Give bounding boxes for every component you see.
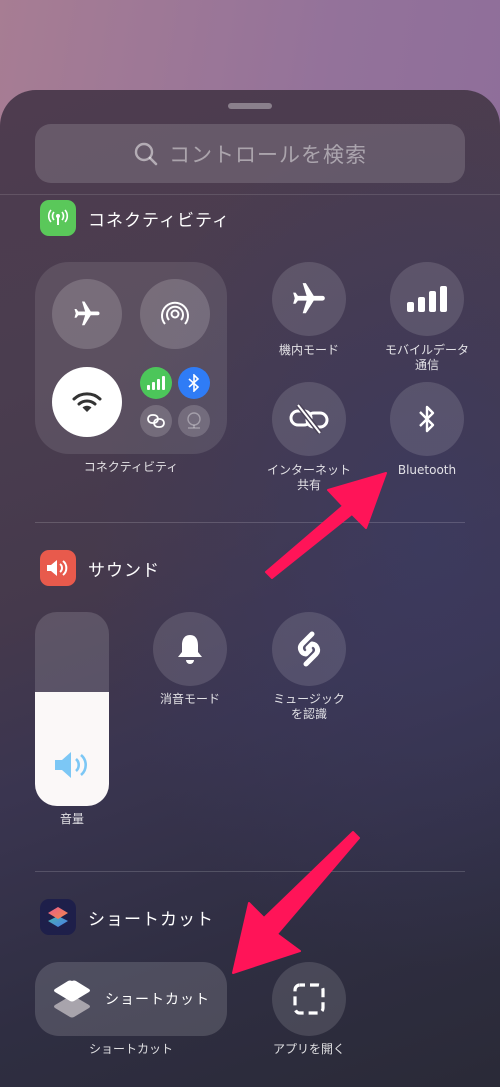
wifi-icon (72, 392, 102, 412)
volume-label: 音量 (59, 812, 84, 826)
section-header-shortcuts: ショートカット (40, 899, 214, 935)
search-placeholder: コントロールを検索 (169, 142, 367, 167)
controls-gallery-sheet: コントロールを検索 コネクティビティ コネクティビティ 機内モード モバイルデー… (0, 90, 500, 1087)
airplane-icon (74, 301, 100, 326)
connectivity-group-label: コネクティビティ (83, 460, 179, 474)
cellular-icon (147, 376, 165, 390)
silent-mode-label: 消音モード (159, 692, 220, 706)
speaker-icon (40, 550, 76, 586)
shortcuts-app-icon (40, 899, 76, 935)
globe-network-icon (187, 412, 201, 429)
volume-slider[interactable] (35, 612, 109, 806)
bluetooth-toggle[interactable] (178, 367, 210, 399)
section-divider (35, 871, 465, 872)
section-header-sound: サウンド (40, 550, 160, 586)
shortcut-pill-text: ショートカット (105, 992, 210, 1008)
airdrop-toggle[interactable] (140, 279, 210, 349)
bluetooth-icon (419, 405, 435, 433)
wifi-toggle[interactable] (52, 367, 122, 437)
shortcut-label: ショートカット (88, 1042, 173, 1056)
bell-icon (178, 635, 202, 664)
hotspot-toggle[interactable] (140, 405, 172, 437)
antenna-icon (40, 200, 76, 236)
dashed-square-icon (293, 983, 325, 1015)
shortcuts-layers-icon (54, 980, 90, 1018)
music-recognition-control[interactable] (272, 612, 346, 686)
link-slash-icon (289, 403, 329, 435)
section-title-shortcuts: ショートカット (88, 909, 214, 930)
search-input[interactable]: コントロールを検索 (35, 124, 465, 183)
cellular-icon (407, 286, 447, 312)
connectivity-group-control[interactable] (35, 262, 227, 454)
sheet-grabber[interactable] (228, 103, 272, 109)
speaker-icon (55, 752, 87, 778)
search-divider (0, 194, 500, 195)
section-divider (35, 522, 465, 523)
section-title-sound: サウンド (88, 560, 160, 581)
cellular-data-control[interactable] (390, 262, 464, 336)
bluetooth-icon (188, 374, 200, 392)
shortcut-control[interactable]: ショートカット (35, 962, 227, 1036)
open-app-label: アプリを開く (272, 1042, 345, 1056)
airdrop-icon (161, 301, 189, 325)
shazam-icon (297, 631, 321, 667)
airplane-icon (293, 283, 325, 314)
vpn-toggle[interactable] (178, 405, 210, 437)
personal-hotspot-control[interactable] (272, 382, 346, 456)
bluetooth-control[interactable] (390, 382, 464, 456)
cellular-toggle[interactable] (140, 367, 172, 399)
volume-slider-fill (35, 691, 109, 806)
silent-mode-control[interactable] (153, 612, 227, 686)
airplane-mode-label: 機内モード (278, 343, 339, 357)
airplane-mode-control[interactable] (272, 262, 346, 336)
open-app-control[interactable] (272, 962, 346, 1036)
personal-hotspot-label: インターネット 共有 (266, 463, 351, 492)
music-recognition-label: ミュージック を認識 (273, 692, 345, 721)
search-icon (134, 142, 158, 165)
bluetooth-label: Bluetooth (397, 463, 457, 477)
link-icon (147, 414, 165, 428)
airplane-mode-toggle[interactable] (52, 279, 122, 349)
cellular-data-label: モバイルデータ 通信 (384, 343, 469, 372)
section-title-connectivity: コネクティビティ (88, 210, 230, 231)
section-header-connectivity: コネクティビティ (40, 200, 230, 236)
